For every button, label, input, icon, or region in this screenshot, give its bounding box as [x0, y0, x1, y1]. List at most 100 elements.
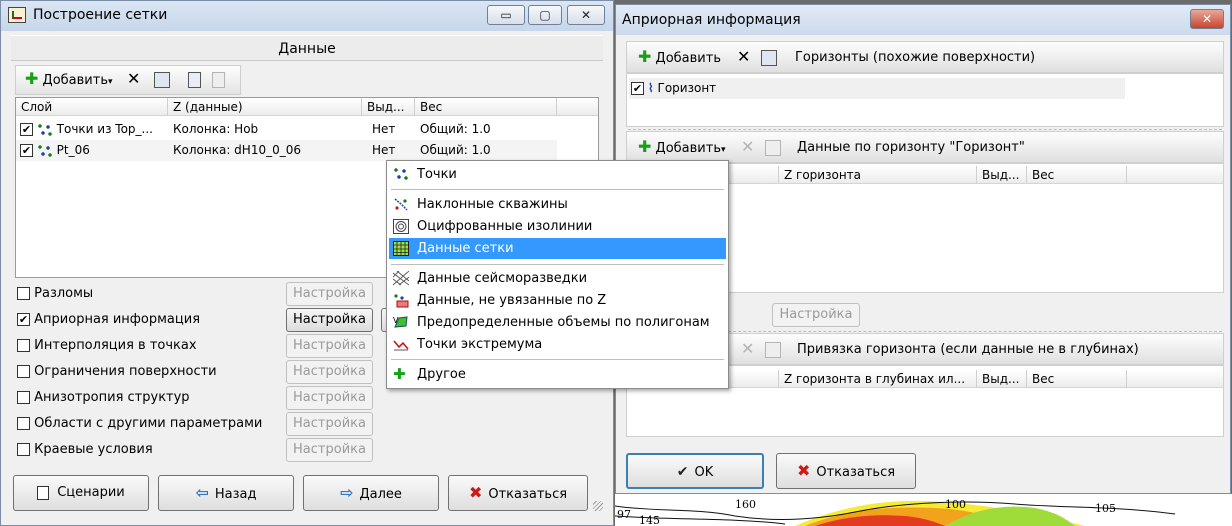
layer-selection-value: Нет: [372, 143, 396, 157]
surface-limits-checkbox[interactable]: [17, 365, 30, 378]
boundary-conditions-checkbox[interactable]: [17, 443, 30, 456]
menu-item-points[interactable]: Точки: [389, 164, 726, 185]
anisotropy-checkbox[interactable]: [17, 391, 30, 404]
cancel-button[interactable]: ✖ Отказаться: [776, 453, 916, 489]
map-label: 100: [945, 498, 966, 511]
delete-icon[interactable]: ✕: [124, 68, 143, 92]
boundary-conditions-settings-button: Настройка: [286, 438, 373, 462]
menu-item-other[interactable]: ✚ Другое: [389, 364, 726, 385]
column-weight[interactable]: Вес: [415, 98, 557, 116]
title-bar[interactable]: Построение сетки ▭ ▢ ✕: [1, 1, 613, 31]
option-a-priori[interactable]: Априорная информация: [17, 310, 200, 330]
points-icon: [393, 167, 409, 182]
menu-item-extremum-points[interactable]: Точки экстремума: [389, 334, 726, 355]
surface-limits-settings-button: Настройка: [286, 360, 373, 384]
add-horizon-button[interactable]: ✚ Добавить: [635, 46, 724, 70]
option-anisotropy[interactable]: Анизотропия структур: [17, 388, 190, 408]
list-item[interactable]: ⌇ Горизонт: [629, 78, 1125, 99]
properties-icon: [765, 342, 781, 358]
delete-icon[interactable]: ✕: [734, 46, 753, 70]
layer-weight-value: Общий: 1.0: [420, 122, 491, 136]
properties-icon[interactable]: [761, 50, 777, 66]
option-faults[interactable]: Разломы: [17, 284, 93, 304]
horizon-name: Горизонт: [657, 81, 717, 95]
menu-item-polygon-volumes[interactable]: V Предопределенные объемы по полигонам: [389, 312, 726, 333]
option-boundary-conditions[interactable]: Краевые условия: [17, 440, 153, 460]
menu-item-unbound-z-data[interactable]: Данные, не увязанные по Z: [389, 290, 726, 311]
faults-checkbox[interactable]: [17, 287, 30, 300]
column-layer[interactable]: Слой: [16, 98, 168, 116]
delete-icon: ✕: [741, 137, 755, 156]
contour-map-fragment[interactable]: 160 145 97 100 105: [615, 494, 1232, 526]
back-button[interactable]: ⇦ Назад: [158, 475, 294, 511]
layers-list-header: Слой Z (данные) Выд... Вес: [16, 98, 598, 116]
column-z-data[interactable]: Z (данные): [168, 98, 362, 116]
grid-icon: [393, 241, 409, 256]
add-horizon-data-button[interactable]: ✚ Добавить▾: [635, 136, 729, 160]
option-surface-limits[interactable]: Ограничения поверхности: [17, 362, 217, 382]
option-point-interpolation[interactable]: Интерполяция в точках: [17, 336, 197, 356]
layer-name: Pt_06: [56, 143, 90, 157]
column-selection[interactable]: Выд...: [977, 370, 1027, 388]
map-label: 145: [639, 514, 660, 526]
add-layer-label: Добавить: [42, 73, 108, 88]
minimize-button[interactable]: ▭: [487, 5, 525, 25]
menu-item-label: Другое: [417, 367, 466, 382]
menu-item-seismic-data[interactable]: Данные сейсморазведки: [389, 268, 726, 289]
a-priori-checkbox[interactable]: [17, 313, 30, 326]
layer-z-value: Колонка: dH10_0_06: [173, 143, 301, 157]
menu-item-digitized-contours[interactable]: Оцифрованные изолинии: [389, 216, 726, 237]
polygon-volumes-icon: V: [393, 316, 408, 328]
horizon-data-settings-button: Настройка: [772, 303, 860, 327]
maximize-button[interactable]: ▢: [528, 5, 562, 25]
resize-grip-icon[interactable]: [593, 501, 603, 511]
horizon-checkbox[interactable]: [631, 82, 644, 95]
option-label: Интерполяция в точках: [34, 338, 197, 353]
menu-item-inclined-wells[interactable]: Наклонные скважины: [389, 194, 726, 215]
column-horizon-z[interactable]: Z горизонта: [779, 166, 977, 184]
delete-icon: ✕: [741, 339, 755, 358]
point-interpolation-settings-button: Настройка: [286, 334, 373, 358]
menu-item-label: Данные, не увязанные по Z: [417, 293, 607, 308]
column-weight[interactable]: Вес: [1027, 166, 1127, 184]
close-button[interactable]: ✕: [1190, 9, 1224, 29]
menu-separator: [391, 264, 724, 265]
other-regions-checkbox[interactable]: [17, 417, 30, 430]
next-button[interactable]: ⇨ Далее: [303, 475, 439, 511]
properties-icon[interactable]: [154, 72, 170, 88]
column-weight[interactable]: Вес: [1027, 370, 1127, 388]
scenarios-button[interactable]: Сценарии: [13, 475, 149, 511]
menu-item-label: Данные сетки: [417, 241, 514, 256]
column-selection[interactable]: Выд...: [362, 98, 415, 116]
option-other-regions[interactable]: Области с другими параметрами: [17, 414, 262, 434]
map-label: 97: [617, 508, 631, 521]
cancel-label: Отказаться: [488, 487, 568, 502]
points-layer-icon: [36, 143, 53, 158]
horizons-list[interactable]: ⌇ Горизонт: [626, 73, 1224, 127]
cancel-label: Отказаться: [816, 465, 896, 480]
add-layer-button[interactable]: ✚ Добавить▾: [22, 68, 116, 92]
check-icon: ✔: [676, 464, 689, 480]
cancel-button[interactable]: ✖ Отказаться: [448, 475, 588, 511]
table-row[interactable]: Pt_06 Колонка: dH10_0_06 Нет Общий: 1.0: [16, 140, 557, 161]
column-selection[interactable]: Выд...: [977, 166, 1027, 184]
layer-visible-checkbox[interactable]: [20, 144, 33, 157]
map-label: 105: [1095, 502, 1116, 515]
contours-icon: [393, 219, 409, 234]
layer-visible-checkbox[interactable]: [20, 123, 33, 136]
data-toolbar: ✚ Добавить▾ ✕: [15, 65, 241, 95]
layer-weight-value: Общий: 1.0: [420, 143, 491, 157]
a-priori-settings-button[interactable]: Настройка: [286, 308, 373, 332]
cancel-icon: ✖: [796, 461, 811, 480]
ok-label: OK: [694, 465, 714, 480]
point-interpolation-checkbox[interactable]: [17, 339, 30, 352]
ok-button[interactable]: ✔ OK: [626, 453, 764, 489]
option-label: Априорная информация: [34, 312, 201, 327]
copy-icon[interactable]: [188, 72, 201, 88]
column-horizon-z-depth[interactable]: Z горизонта в глубинах ил...: [779, 370, 977, 388]
close-button[interactable]: ✕: [567, 5, 605, 25]
menu-item-grid-data[interactable]: Данные сетки: [389, 238, 726, 259]
title-bar[interactable]: Априорная информация ✕: [616, 5, 1230, 35]
table-row[interactable]: Точки из Top_... Колонка: Hob Нет Общий:…: [16, 119, 598, 140]
layer-selection-value: Нет: [372, 122, 396, 136]
